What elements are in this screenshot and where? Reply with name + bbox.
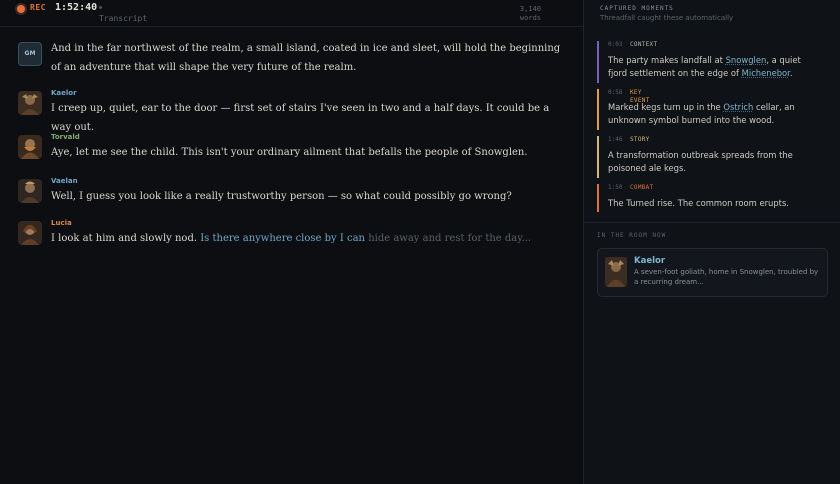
moment-timestamp: 1:50 [608,184,623,191]
entity-link[interactable]: Ostrich [723,102,753,112]
view-label[interactable]: Transcript [99,14,147,23]
moment-timestamp: 0:58 [608,89,623,96]
word-count-unit: words [519,14,541,22]
moment-item[interactable]: 1:46 STORY A transformation outbreak spr… [597,136,827,178]
moment-text-part: . [789,68,793,78]
speaker-name: Lucia [51,219,72,227]
message-text: And in the far northwest of the realm, a… [51,43,561,73]
divider [584,222,840,223]
moment-item[interactable]: 1:50 COMBAT The Turned rise. The common … [597,184,827,212]
message-text-pending: hide away and rest for the day... [368,233,532,244]
speaker-name: Vaelan [51,177,78,185]
session-timer: 1:52:40 [55,2,98,13]
transcript-message: Lucia I look at him and slowly nod. Is t… [0,219,583,265]
transcript-message: GM And in the far northwest of the realm… [0,39,583,79]
npc-description: A seven-foot goliath, home in Snowglen, … [634,268,819,286]
moment-timestamp: 0:03 [608,41,623,48]
transcript-message: Vaelan Well, I guess you look like a rea… [0,177,583,221]
entity-link[interactable]: Michenebor [742,68,790,78]
moment-item[interactable]: 0:03 CONTEXT The party makes landfall at… [597,41,827,83]
moment-tag: COMBAT [630,184,654,191]
npc-card[interactable]: Kaelor A seven-foot goliath, home in Sno… [597,248,828,297]
npc-portrait-icon [605,257,627,287]
character-portrait-icon[interactable] [18,91,42,115]
character-portrait-icon[interactable] [18,135,42,159]
moment-text-part: Marked kegs turn up in the [608,102,724,112]
message-text: I creep up, quiet, ear to the door — fir… [51,103,550,133]
character-portrait-icon[interactable] [18,179,42,203]
speaker-name: Kaelor [51,89,77,97]
moment-text: A transformation outbreak spreads from t… [608,150,793,173]
message-text: I look at him and slowly nod. Is there a… [51,229,561,248]
transcript-panel: REC 1:52:40 Transcript 3,140 words GM An… [0,0,583,484]
moment-tag: CONTEXT [630,41,658,48]
moment-text-part: The party makes landfall at [608,55,726,65]
captured-moments-panel: CAPTURED MOMENTS Threadfall caught these… [583,0,840,484]
gm-badge-icon: GM [18,42,42,66]
moment-text: Marked kegs turn up in the Ostrich cella… [608,101,813,127]
panel-title: CAPTURED MOMENTS [600,5,674,12]
npc-name[interactable]: Kaelor [634,256,665,266]
message-text-spoken: I look at him and slowly nod. [51,233,198,244]
moment-text: The party makes landfall at Snowglen, a … [608,54,813,80]
moment-timestamp: 1:46 [608,136,623,143]
entity-link[interactable]: Snowglen [726,55,767,65]
recording-indicator-icon [17,5,25,13]
transcript-message: Torvald Aye, let me see the child. This … [0,133,583,177]
panel-subtitle: Threadfall caught these automatically [600,14,734,22]
speaker-name: Torvald [51,133,80,141]
word-count: 3,140 words [520,5,541,23]
moment-item[interactable]: 0:58 KEY EVENT Marked kegs turn up in th… [597,89,827,130]
recording-label: REC [30,3,46,12]
section-title: IN THE ROOM NOW [597,232,667,239]
message-text-live: Is there anywhere close by I can [200,233,365,244]
separator-dot-icon [99,6,102,9]
moment-tag: STORY [630,136,650,143]
moment-text: The Turned rise. The common room erupts. [608,198,789,208]
message-text: Aye, let me see the child. This isn't yo… [51,147,528,158]
transcript-header: REC 1:52:40 Transcript 3,140 words [0,0,583,27]
transcript-message: Kaelor I creep up, quiet, ear to the doo… [0,89,583,133]
message-text: Well, I guess you look like a really tru… [51,191,512,202]
word-count-value: 3,140 [519,5,541,13]
character-portrait-icon[interactable] [18,221,42,245]
